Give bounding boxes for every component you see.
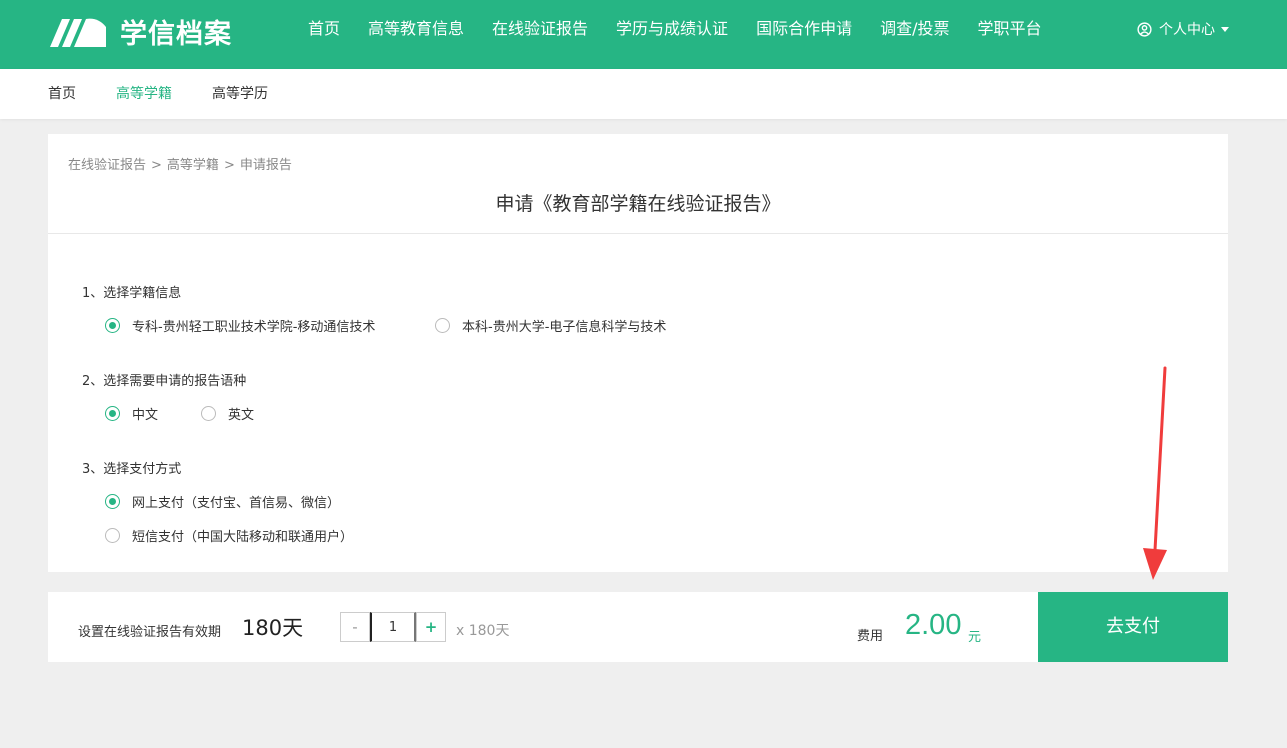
page-title: 申请《教育部学籍在线验证报告》 <box>495 193 781 215</box>
multiplier-text: x 180天 <box>456 623 510 639</box>
radio-label: 中文 <box>132 408 159 423</box>
nav-international-cooperation[interactable]: 国际合作申请 <box>756 0 852 69</box>
nav-home[interactable]: 首页 <box>308 0 340 69</box>
validity-label: 设置在线验证报告有效期 <box>78 625 222 640</box>
section-title-language: 2、选择需要申请的报告语种 <box>82 374 247 389</box>
radio-language-option[interactable]: 中文 <box>105 404 158 423</box>
logo-mark-icon <box>50 18 106 47</box>
nav-career-platform[interactable]: 学职平台 <box>977 0 1041 69</box>
radio-label: 网上支付（支付宝、首信易、微信） <box>132 496 341 511</box>
breadcrumb-current: 申请报告 <box>239 158 292 173</box>
main-nav: 首页 高等教育信息 在线验证报告 学历与成绩认证 国际合作申请 调查/投票 学职… <box>294 0 1056 80</box>
quantity-stepper: - + <box>340 612 446 642</box>
radio-circle-icon <box>105 318 120 333</box>
section-title-payment: 3、选择支付方式 <box>82 462 182 477</box>
subnav-higher-enrollment[interactable]: 高等学籍 <box>116 69 172 119</box>
section-title-enrollment: 1、选择学籍信息 <box>82 286 182 301</box>
payment-bar: 设置在线验证报告有效期 180天 - + x 180天 费用 2.00 元 去支… <box>48 592 1228 662</box>
divider <box>48 233 1228 234</box>
breadcrumb-separator: > <box>223 158 235 173</box>
nav-survey-vote[interactable]: 调查/投票 <box>880 0 949 69</box>
breadcrumb-separator: > <box>151 158 162 173</box>
breadcrumb: 在线验证报告 > 高等学籍 > 申请报告 <box>68 154 292 173</box>
quantity-input[interactable] <box>370 612 416 642</box>
pay-button[interactable]: 去支付 <box>1038 592 1228 662</box>
radio-circle-icon <box>105 406 120 421</box>
radio-label: 英文 <box>228 408 255 423</box>
nav-degree-transcript-certification[interactable]: 学历与成绩认证 <box>616 0 728 69</box>
radio-circle-icon <box>105 494 120 509</box>
radio-label: 专科-贵州轻工职业技术学院-移动通信技术 <box>132 320 376 335</box>
fee-amount: 2.00 <box>905 609 962 641</box>
radio-language-option[interactable]: 英文 <box>201 404 254 423</box>
radio-payment-option[interactable]: 短信支付（中国大陆移动和联通用户） <box>105 526 353 545</box>
radio-payment-option[interactable]: 网上支付（支付宝、首信易、微信） <box>105 492 340 511</box>
user-circle-icon <box>1137 21 1152 37</box>
sub-nav: 首页 高等学籍 高等学历 <box>0 69 1287 119</box>
application-card: 在线验证报告 > 高等学籍 > 申请报告 申请《教育部学籍在线验证报告》 1、选择学籍信… <box>48 134 1228 572</box>
user-center-menu[interactable]: 个人中心 <box>1137 0 1229 58</box>
radio-circle-icon <box>105 528 120 543</box>
fee-label: 费用 <box>857 629 884 644</box>
breadcrumb-item[interactable]: 高等学籍 <box>167 158 219 173</box>
increment-button[interactable]: + <box>416 612 446 642</box>
radio-label: 本科-贵州大学-电子信息科学与技术 <box>462 320 667 335</box>
nav-online-verification-report[interactable]: 在线验证报告 <box>492 0 588 80</box>
radio-circle-icon <box>435 318 450 333</box>
logo-text: 学信档案 <box>120 18 232 50</box>
radio-circle-icon <box>201 406 216 421</box>
logo[interactable]: 学信档案 <box>48 11 232 51</box>
subnav-higher-degree[interactable]: 高等学历 <box>212 69 268 119</box>
validity-value: 180天 <box>242 616 304 640</box>
subnav-home[interactable]: 首页 <box>48 69 76 119</box>
fee-unit: 元 <box>968 630 982 645</box>
decrement-button[interactable]: - <box>340 612 370 642</box>
annotation-arrow-icon <box>1143 366 1167 580</box>
radio-enrollment-option[interactable]: 本科-贵州大学-电子信息科学与技术 <box>435 316 666 335</box>
radio-enrollment-option[interactable]: 专科-贵州轻工职业技术学院-移动通信技术 <box>105 316 375 335</box>
user-center-label: 个人中心 <box>1159 22 1215 38</box>
top-header: 学信档案 首页 高等教育信息 在线验证报告 学历与成绩认证 国际合作申请 调查/… <box>0 0 1287 80</box>
nav-higher-education-info[interactable]: 高等教育信息 <box>368 0 464 69</box>
breadcrumb-item[interactable]: 在线验证报告 <box>68 158 146 173</box>
radio-label: 短信支付（中国大陆移动和联通用户） <box>132 530 354 545</box>
caret-down-icon <box>1221 26 1229 32</box>
